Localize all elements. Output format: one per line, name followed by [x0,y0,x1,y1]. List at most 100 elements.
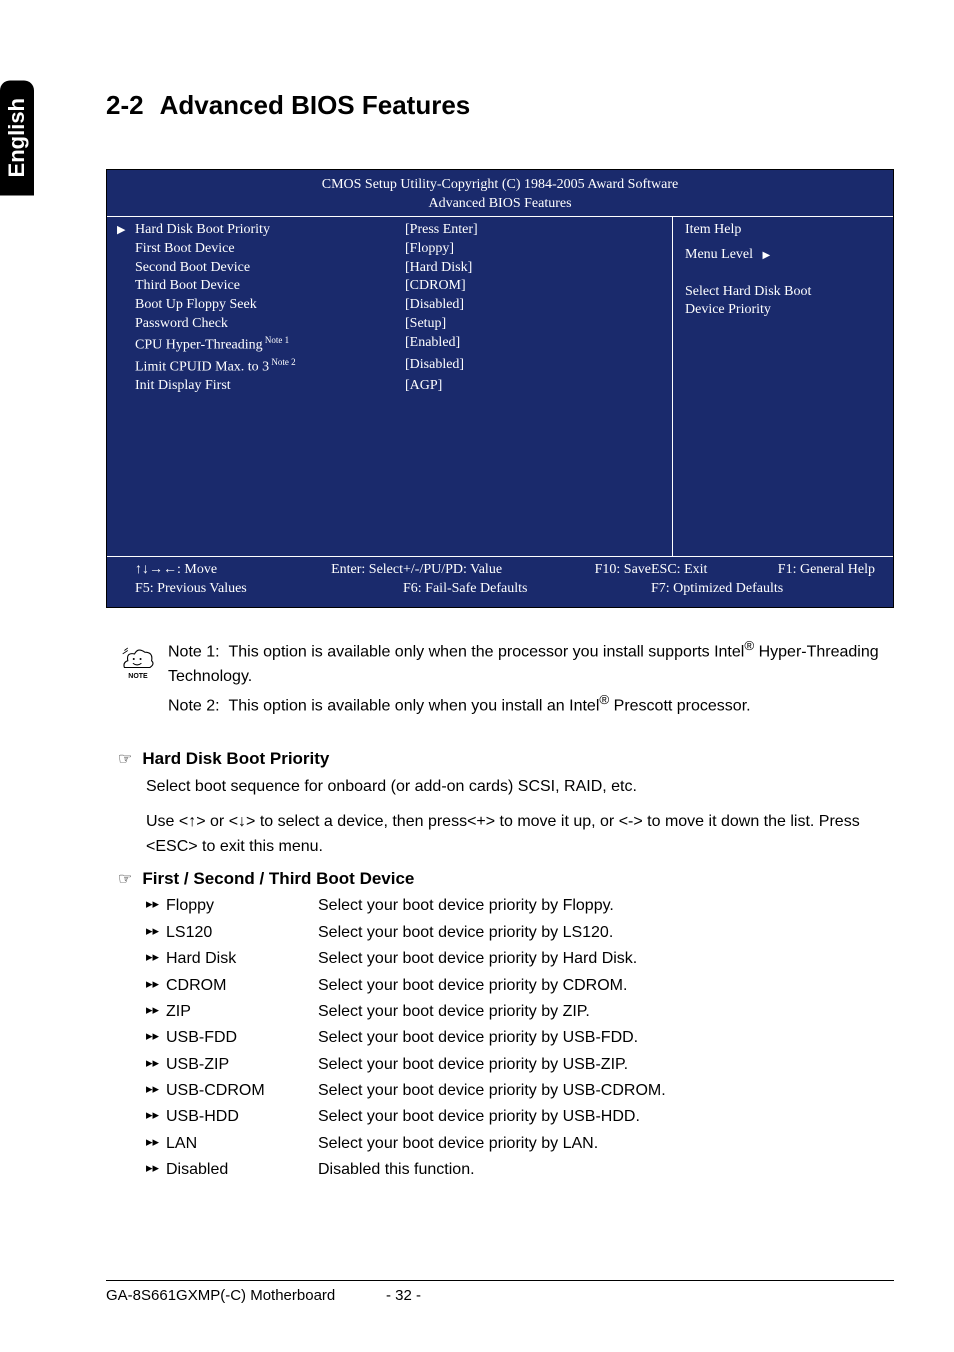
option-description: Select your boot device priority by Flop… [318,893,894,919]
bios-header-line1: CMOS Setup Utility-Copyright (C) 1984-20… [107,176,893,195]
double-arrow-icon: ▸▸ [146,1131,166,1157]
option-name: CDROM [166,973,318,999]
option-description: Disabled this function. [318,1157,894,1183]
option-description: Select your boot device priority by CDRO… [318,973,894,999]
option-description: Select your boot device priority by USB-… [318,1078,894,1104]
footer-select: Enter: Select [331,561,403,580]
bios-setting-row: Third Boot Device[CDROM] [135,277,654,296]
setting-value: [Floppy] [405,240,654,259]
option-description: Select your boot device priority by USB-… [318,1052,894,1078]
option-name: Hard Disk [166,946,318,972]
bios-setting-row: Init Display First[AGP] [135,377,654,396]
option-description: Select your boot device priority by USB-… [318,1104,894,1130]
bios-settings-panel: ▶ Hard Disk Boot Priority[Press Enter]Fi… [107,217,673,556]
note-1: Note 1: This option is available only wh… [168,636,894,690]
setting-label: Password Check [135,315,405,334]
option-description: Select your boot device priority by ZIP. [318,999,894,1025]
pointer-icon: ☞ [118,871,132,888]
option-description: Select your boot device priority by LAN. [318,1131,894,1157]
menu-level-label: Menu Level [685,247,753,262]
setting-value: [Press Enter] [405,221,654,240]
boot-option-row: ▸▸CDROMSelect your boot device priority … [146,973,894,999]
language-tab: English [0,80,34,195]
boot-option-row: ▸▸ZIPSelect your boot device priority by… [146,999,894,1025]
hd-paragraph-1: Select boot sequence for onboard (or add… [146,775,894,800]
double-arrow-icon: ▸▸ [146,1078,166,1104]
double-arrow-icon: ▸▸ [146,893,166,919]
double-arrow-icon: ▸▸ [146,1157,166,1183]
bios-footer: ↑↓→←: Move Enter: Select F5: Previous Va… [107,556,893,607]
setting-value: [Enabled] [405,334,654,356]
footer-failsafe: F6: Fail-Safe Defaults [403,580,651,599]
setting-value: [Disabled] [405,356,654,378]
boot-option-row: ▸▸FloppySelect your boot device priority… [146,893,894,919]
bios-header-line2: Advanced BIOS Features [107,195,893,214]
hd-paragraph-2: Use <↑> or <↓> to select a device, then … [146,810,894,860]
boot-option-row: ▸▸LANSelect your boot device priority by… [146,1131,894,1157]
triangle-right-icon: ▶ [117,223,125,236]
section-heading: 2-2 Advanced BIOS Features [106,90,894,121]
page-footer: GA-8S661GXMP(-C) Motherboard - 32 - [106,1280,894,1304]
section-title-text: Advanced BIOS Features [160,90,471,120]
setting-label: Limit CPUID Max. to 3 Note 2 [135,356,405,378]
bios-setting-row: Boot Up Floppy Seek[Disabled] [135,296,654,315]
bios-setting-row: First Boot Device[Floppy] [135,240,654,259]
option-description: Select your boot device priority by USB-… [318,1025,894,1051]
bios-setting-row: Limit CPUID Max. to 3 Note 2[Disabled] [135,356,654,378]
boot-option-row: ▸▸USB-ZIPSelect your boot device priorit… [146,1052,894,1078]
boot-option-row: ▸▸DisabledDisabled this function. [146,1157,894,1183]
double-arrow-icon: ▸▸ [146,946,166,972]
option-name: USB-ZIP [166,1052,318,1078]
bios-header: CMOS Setup Utility-Copyright (C) 1984-20… [107,170,893,217]
option-description: Select your boot device priority by Hard… [318,946,894,972]
boot-option-row: ▸▸Hard DiskSelect your boot device prior… [146,946,894,972]
setting-label: Init Display First [135,377,405,396]
setting-value: [Disabled] [405,296,654,315]
footer-exit: ESC: Exit [651,561,707,580]
pointer-icon: ☞ [118,751,132,768]
setting-label: First Boot Device [135,240,405,259]
double-arrow-icon: ▸▸ [146,1025,166,1051]
bios-screenshot: CMOS Setup Utility-Copyright (C) 1984-20… [106,169,894,608]
setting-label: Second Boot Device [135,259,405,278]
bios-setting-row: Second Boot Device[Hard Disk] [135,259,654,278]
footer-prev: F5: Previous Values [135,580,403,599]
footer-model: GA-8S661GXMP(-C) Motherboard [106,1287,386,1304]
setting-value: [Hard Disk] [405,259,654,278]
option-name: USB-HDD [166,1104,318,1130]
note-superscript: Note 2 [269,357,296,367]
footer-page-number: - 32 - [386,1287,894,1304]
boot-option-row: ▸▸LS120Select your boot device priority … [146,920,894,946]
boot-option-row: ▸▸USB-FDDSelect your boot device priorit… [146,1025,894,1051]
option-description: Select your boot device priority by LS12… [318,920,894,946]
setting-value: [Setup] [405,315,654,334]
setting-value: [AGP] [405,377,654,396]
footer-help: F1: General Help [778,561,875,580]
note-icon: NOTE [118,640,158,680]
bios-setting-row: Hard Disk Boot Priority[Press Enter] [135,221,654,240]
boot-device-heading: ☞First / Second / Third Boot Device [112,869,894,889]
hard-disk-priority-heading: ☞Hard Disk Boot Priority [112,749,894,769]
footer-save: F10: Save [595,561,651,580]
option-name: USB-FDD [166,1025,318,1051]
note-icon-label: NOTE [128,673,147,680]
option-name: Floppy [166,893,318,919]
bios-setting-row: CPU Hyper-Threading Note 1[Enabled] [135,334,654,356]
boot-option-row: ▸▸USB-HDDSelect your boot device priorit… [146,1104,894,1130]
note-superscript: Note 1 [263,335,290,345]
footer-move: ↑↓→←: Move [135,561,217,580]
footer-value: +/-/PU/PD: Value [403,561,502,580]
setting-label: CPU Hyper-Threading Note 1 [135,334,405,356]
option-name: LS120 [166,920,318,946]
double-arrow-icon: ▸▸ [146,920,166,946]
double-arrow-icon: ▸▸ [146,973,166,999]
section-number: 2-2 [106,90,144,120]
footer-optimized: F7: Optimized Defaults [651,580,875,599]
help-desc-line2: Device Priority [685,301,881,320]
option-name: USB-CDROM [166,1078,318,1104]
note-2: Note 2: This option is available only wh… [168,690,894,719]
note-block: NOTE Note 1: This option is available on… [106,636,894,719]
option-name: ZIP [166,999,318,1025]
setting-label: Boot Up Floppy Seek [135,296,405,315]
bios-help-panel: Item Help Menu Level ▶ Select Hard Disk … [673,217,893,556]
